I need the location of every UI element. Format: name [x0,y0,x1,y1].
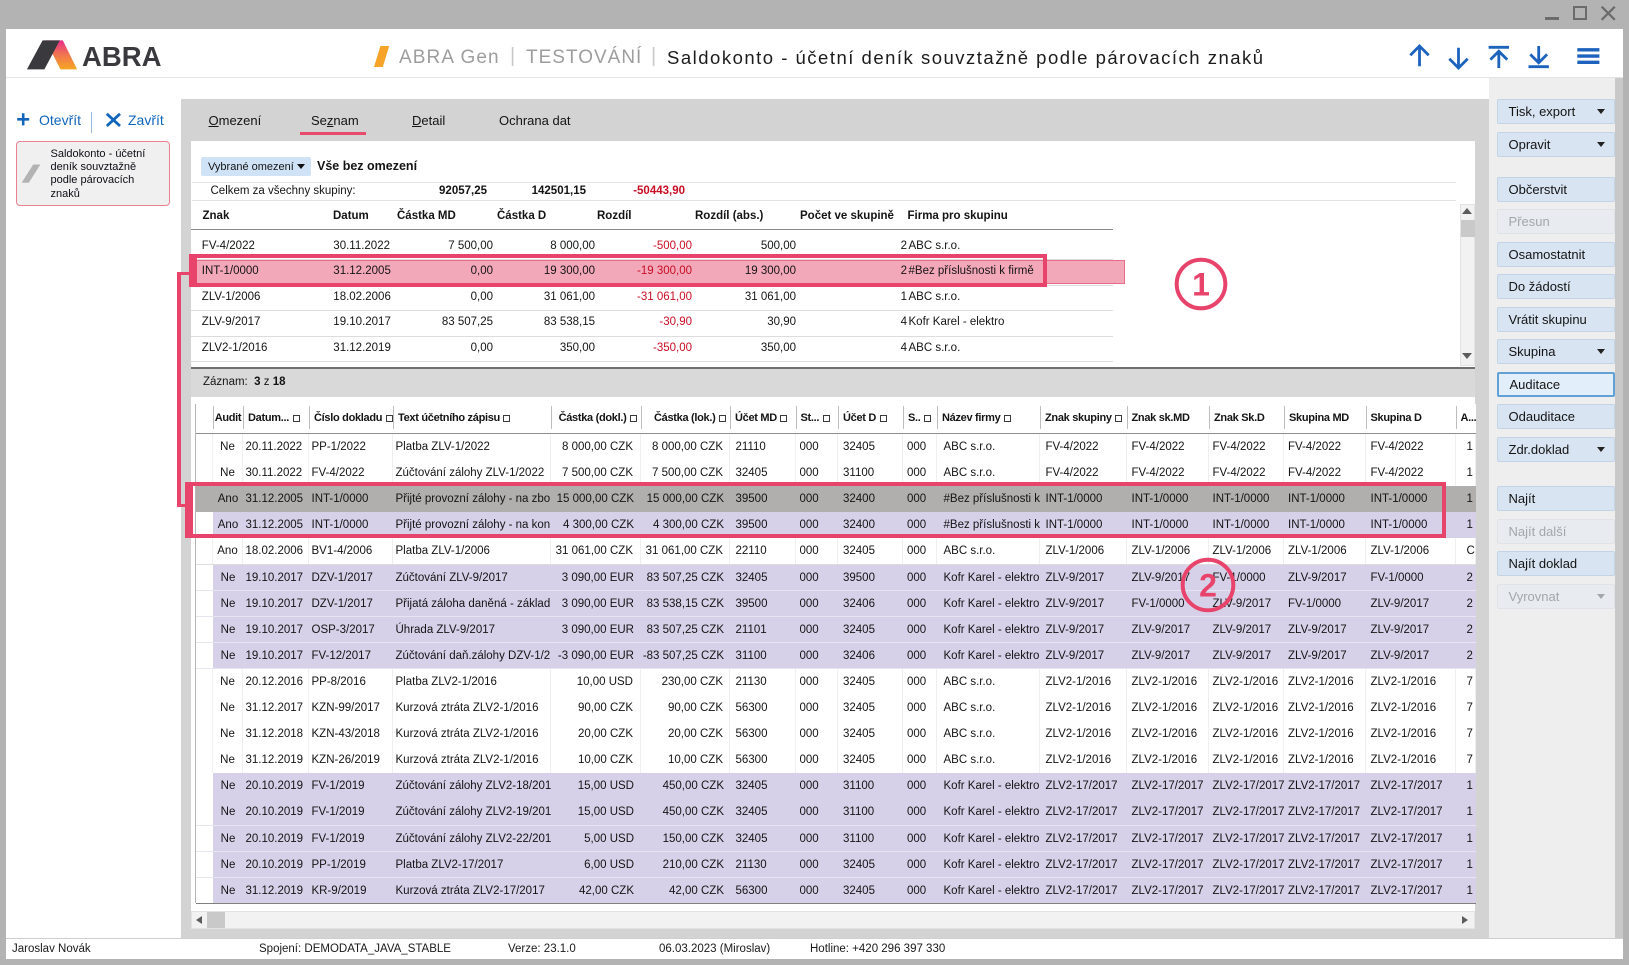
svg-text:2: 2 [1199,568,1217,604]
svg-text:1: 1 [1192,267,1210,303]
svg-text:ABRA: ABRA [82,41,162,72]
